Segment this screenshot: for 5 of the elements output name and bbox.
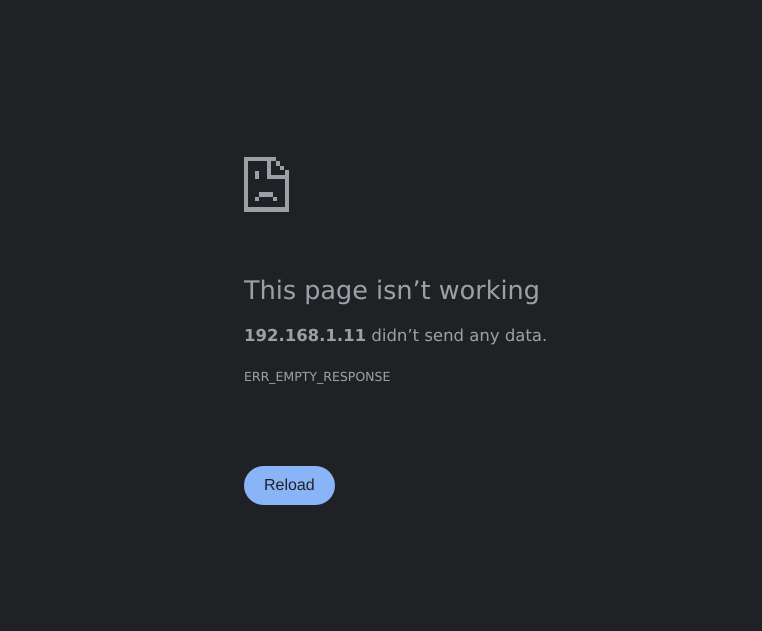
sad-page-icon: [244, 157, 289, 212]
reload-button[interactable]: Reload: [244, 466, 335, 505]
error-title: This page isn’t working: [244, 275, 540, 308]
error-code: ERR_EMPTY_RESPONSE: [244, 368, 390, 386]
error-message: 192.168.1.11 didn’t send any data.: [244, 325, 548, 347]
